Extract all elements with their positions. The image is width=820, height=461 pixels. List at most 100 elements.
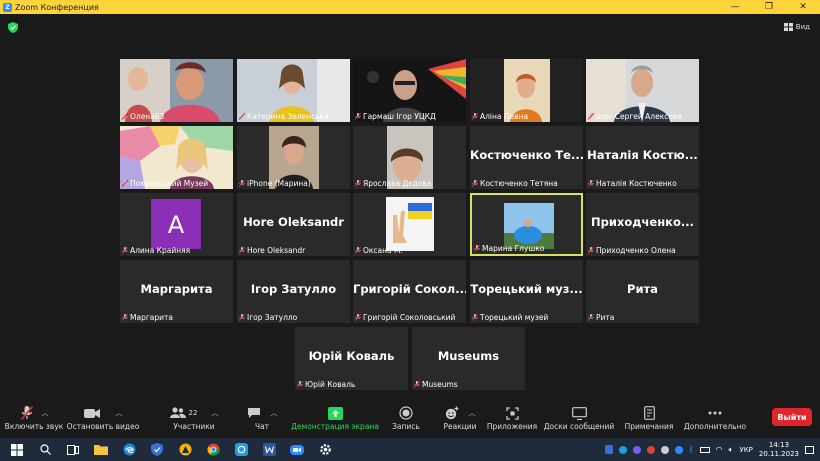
security-app-icon[interactable] <box>146 441 168 459</box>
muted-mic-icon <box>122 113 128 120</box>
notifications-icon[interactable] <box>805 445 814 454</box>
view-label: Вид <box>795 23 810 31</box>
word-app-icon[interactable] <box>258 441 280 459</box>
participant-tile[interactable]: Юрій Коваль Юрій Коваль <box>295 327 408 390</box>
participant-tile[interactable]: Ярослава Дєдова <box>353 126 466 189</box>
chat-options-chevron-icon[interactable]: ︿ <box>271 408 278 418</box>
audio-options-chevron-icon[interactable]: ︿ <box>42 408 49 418</box>
volume-icon[interactable]: 🔈︎ <box>729 445 734 455</box>
participant-tile[interactable]: Торецький муз... Торецький музей <box>470 260 583 323</box>
participants-count: 22 <box>188 409 198 417</box>
muted-mic-icon <box>588 314 594 321</box>
tray-cloud-icon[interactable] <box>660 445 669 454</box>
participant-tile[interactable]: Приходченко... Приходченко Олена <box>586 193 699 256</box>
participant-tile[interactable]: user Сергей Алексеев <box>586 59 699 122</box>
participant-name-display: Наталія Костю... <box>587 148 698 162</box>
file-explorer-icon[interactable] <box>90 441 112 459</box>
battery-icon[interactable] <box>699 446 710 453</box>
tray-viber-icon[interactable] <box>632 445 641 454</box>
record-button[interactable]: Запись <box>386 404 426 431</box>
participant-tile[interactable]: Гармаш Ігор УЦКД <box>353 59 466 122</box>
stop-video-button[interactable]: ︿ Остановить видео <box>66 404 140 431</box>
smiley-plus-icon <box>445 406 458 420</box>
participant-name-label: user Сергей Алексеев <box>588 112 682 121</box>
messenger-app-icon[interactable] <box>230 441 252 459</box>
apps-button[interactable]: Приложения <box>486 404 538 431</box>
participant-name-label: Марина Глушко <box>474 244 544 253</box>
settings-gear-icon[interactable] <box>314 441 336 459</box>
more-dots-icon <box>708 411 722 415</box>
video-options-chevron-icon[interactable]: ︿ <box>116 408 123 418</box>
zoom-app-icon[interactable] <box>286 441 308 459</box>
participant-name: Марина Глушко <box>482 244 545 253</box>
task-view-icon[interactable] <box>62 441 84 459</box>
maximize-button[interactable]: ❐ <box>752 0 786 14</box>
participant-tile[interactable]: Костюченко Те... Костюченко Тетяна <box>470 126 583 189</box>
tray-chrome-icon[interactable] <box>646 445 655 454</box>
participant-tile[interactable]: Катерина Зеленська <box>237 59 350 122</box>
whiteboards-button[interactable]: Доски сообщений <box>542 404 616 431</box>
muted-mic-icon <box>355 247 361 254</box>
participant-tile[interactable]: Аліна Певна <box>470 59 583 122</box>
participant-name-label: Олена63 <box>122 112 164 121</box>
notes-button[interactable]: Примечания <box>622 404 676 431</box>
participant-tile[interactable]: Рита Рита <box>586 260 699 323</box>
participant-name-label: Аліна Певна <box>472 112 528 121</box>
participant-tile[interactable]: Оксана М. <box>353 193 466 256</box>
participant-name: Hore Oleksandr <box>247 246 306 255</box>
tray-app-icon[interactable] <box>618 445 627 454</box>
tray-shield-icon[interactable] <box>604 445 613 454</box>
participant-name-label: Алина Крайняя <box>122 246 190 255</box>
encryption-shield-icon[interactable] <box>8 22 18 33</box>
apps-label: Приложения <box>486 422 538 431</box>
language-indicator[interactable]: УКР <box>739 446 752 454</box>
participant-tile[interactable]: Наталія Костю... Наталія Костюченко <box>586 126 699 189</box>
participant-name-display: Рита <box>627 282 658 296</box>
participant-name-label: Museums <box>414 380 458 389</box>
reactions-button[interactable]: ︿ Реакции <box>438 404 482 431</box>
share-screen-button[interactable]: Демонстрация экрана <box>290 404 380 431</box>
muted-mic-icon <box>20 405 33 421</box>
participant-tile[interactable]: Ігор Затулло Ігор Затулло <box>237 260 350 323</box>
muted-mic-icon <box>122 314 128 321</box>
record-label: Запись <box>392 422 420 431</box>
chat-label: Чат <box>254 422 270 431</box>
participant-name: Гармаш Ігор УЦКД <box>363 112 436 121</box>
reactions-options-chevron-icon[interactable]: ︿ <box>469 408 476 418</box>
minimize-button[interactable]: — <box>718 0 752 14</box>
participant-name: Ярослава Дєдова <box>363 179 432 188</box>
app-triangle-icon[interactable] <box>174 441 196 459</box>
participant-tile[interactable]: Марина Глушко <box>470 193 583 256</box>
participant-name-display: Торецький муз... <box>470 282 583 296</box>
participant-tile[interactable]: Museums Museums <box>412 327 525 390</box>
view-button[interactable]: Вид <box>783 23 810 31</box>
more-button[interactable]: Дополнительно <box>682 404 748 431</box>
participant-tile[interactable]: A Алина Крайняя <box>120 193 233 256</box>
participant-tile[interactable]: Покровський Музей <box>120 126 233 189</box>
close-button[interactable]: ✕ <box>786 0 820 14</box>
muted-mic-icon <box>239 314 245 321</box>
participant-name: Торецький музей <box>480 313 549 322</box>
participant-tile[interactable]: Маргарита Маргарита <box>120 260 233 323</box>
participant-tile[interactable]: Олена63 <box>120 59 233 122</box>
unmute-button[interactable]: ︿ Включить звук <box>4 404 64 431</box>
wifi-icon[interactable]: ◠ <box>716 445 723 454</box>
participants-options-chevron-icon[interactable]: ︿ <box>211 408 218 418</box>
windows-start-icon[interactable] <box>6 441 28 459</box>
chrome-browser-icon[interactable] <box>202 441 224 459</box>
muted-mic-icon <box>472 180 478 187</box>
participant-tile[interactable]: iPhone (Марина) <box>237 126 350 189</box>
search-icon[interactable] <box>34 441 56 459</box>
edge-browser-icon[interactable] <box>118 441 140 459</box>
leave-meeting-button[interactable]: Выйти <box>772 408 812 426</box>
muted-mic-icon <box>588 247 594 254</box>
bluetooth-icon[interactable]: ᛒ <box>689 445 694 454</box>
window-controls: — ❐ ✕ <box>718 0 820 14</box>
participants-button[interactable]: 22 ︿ Участники <box>164 404 224 431</box>
clock[interactable]: 14:13 20.11.2023 <box>759 441 799 459</box>
participant-name-label: Григорій Соколовський <box>355 313 455 322</box>
participant-tile[interactable]: Григорій Сокол... Григорій Соколовський <box>353 260 466 323</box>
tray-zoom-icon[interactable] <box>674 445 683 454</box>
participant-tile[interactable]: Hore Oleksandr Hore Oleksandr <box>237 193 350 256</box>
chat-button[interactable]: ︿ Чат <box>245 404 279 431</box>
